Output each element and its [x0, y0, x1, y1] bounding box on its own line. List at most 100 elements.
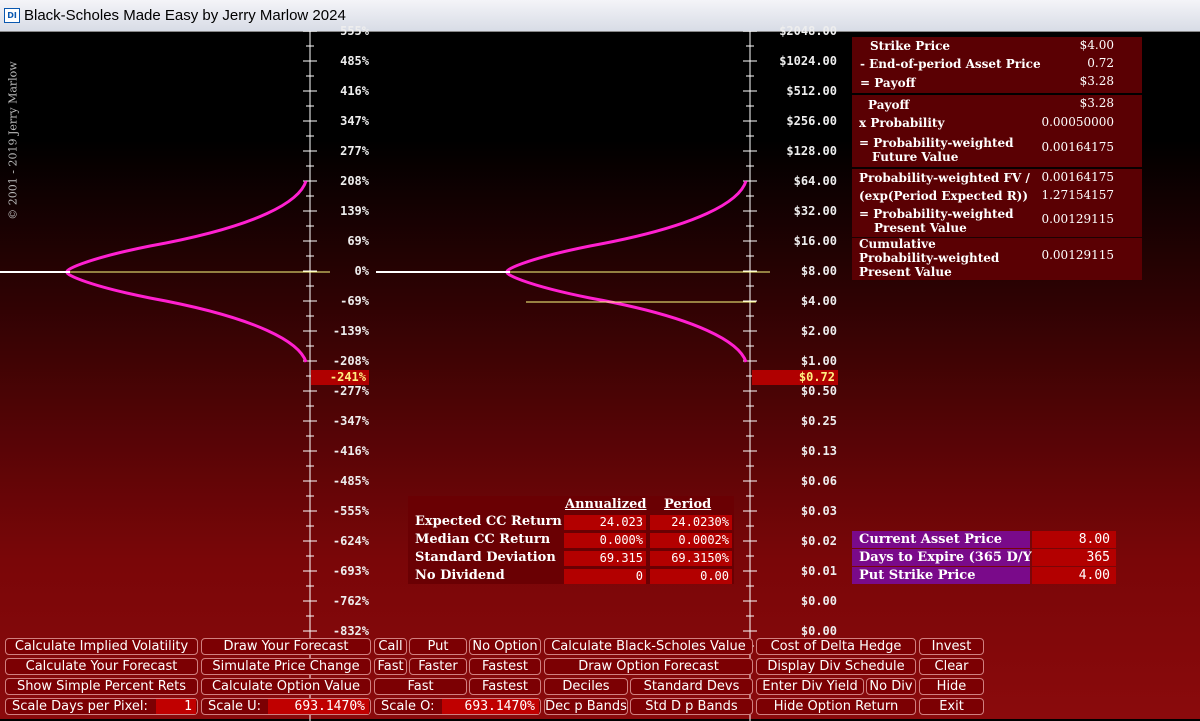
payoff-value-2: $3.28: [1079, 96, 1114, 110]
right-axis-tick-label: $0.50: [800, 384, 837, 398]
stat-label: Standard Deviation: [415, 550, 556, 565]
no-option-button[interactable]: No Option: [469, 638, 541, 655]
window-title: Black-Scholes Made Easy by Jerry Marlow …: [24, 7, 346, 24]
left-axis-tick-label: -69%: [340, 294, 369, 308]
left-axis-tick-label: -693%: [332, 564, 369, 578]
cum-label-line2: Probability-weighted: [859, 251, 1000, 265]
right-axis-tick-label: $8.00: [800, 264, 837, 278]
fastest-button-1[interactable]: Fastest: [469, 658, 541, 675]
right-axis-tick-label: $512.00: [786, 84, 837, 98]
call-button[interactable]: Call: [374, 638, 407, 655]
col-annualized: Annualized: [565, 497, 647, 512]
stat-label: Expected CC Return: [415, 514, 562, 529]
right-axis-tick-label: $0.02: [800, 534, 837, 548]
present-value-box: Probability-weighted FV / 0.00164175 (ex…: [852, 169, 1142, 237]
payoff-label: = Payoff: [860, 76, 916, 90]
stat-label: No Dividend: [415, 568, 505, 583]
right-axis-tick-label: $64.00: [793, 174, 837, 188]
dec-p-bands-button[interactable]: Dec p Bands: [544, 698, 628, 715]
right-axis-tick-label: $128.00: [786, 144, 837, 158]
col-period: Period: [664, 497, 712, 512]
days-to-expire-label: Days to Expire (365 D/Y): [852, 549, 1038, 566]
right-axis-highlight: $0.72: [752, 370, 838, 385]
left-axis-tick-label: -277%: [332, 384, 369, 398]
stat-period: 24.0230%: [650, 515, 732, 530]
left-axis-tick-label: 277%: [340, 144, 369, 158]
fv-value: 0.00164175: [1041, 140, 1114, 154]
right-axis-tick-label: $32.00: [793, 204, 837, 218]
pv-label-line1: = Probability-weighted: [859, 207, 1014, 221]
left-axis-tick-label: 416%: [340, 84, 369, 98]
cost-delta-hedge-button[interactable]: Cost of Delta Hedge: [756, 638, 916, 655]
exp-label: (exp(Period Expected R)): [859, 189, 1029, 203]
pw-fv-value: 0.00164175: [1041, 170, 1114, 184]
right-axis-tick-label: $1.00: [800, 354, 837, 368]
no-div-button[interactable]: No Div: [866, 678, 916, 695]
cum-value: 0.00129115: [1041, 248, 1114, 262]
probability-label: x Probability: [859, 116, 945, 130]
left-axis-tick-label: 69%: [347, 234, 369, 248]
probability-box: Payoff $3.28 x Probability 0.00050000 = …: [852, 95, 1142, 167]
right-axis-tick-label: $16.00: [793, 234, 837, 248]
show-simple-percent-button[interactable]: Show Simple Percent Rets: [5, 678, 198, 695]
calc-implied-volatility-button[interactable]: Calculate Implied Volatility: [5, 638, 198, 655]
scale-o-label: Scale O:: [381, 699, 435, 714]
scale-u-input[interactable]: 693.1470%: [268, 699, 369, 714]
simulate-price-change-button[interactable]: Simulate Price Change: [201, 658, 371, 675]
current-asset-price-input[interactable]: 8.00: [1032, 531, 1116, 548]
left-axis-tick-label: -555%: [332, 504, 369, 518]
strike-price-label: Strike Price: [870, 39, 951, 53]
payoff-label-2: Payoff: [868, 98, 910, 112]
scale-o-input[interactable]: 693.1470%: [442, 699, 539, 714]
left-axis-tick-label: 208%: [340, 174, 369, 188]
exit-button[interactable]: Exit: [919, 698, 984, 715]
stat-annualized: 0: [564, 569, 646, 584]
right-axis-tick-label: $0.01: [800, 564, 837, 578]
fv-label-line1: = Probability-weighted: [859, 136, 1014, 150]
app-icon[interactable]: DI: [4, 8, 20, 23]
standard-devs-button[interactable]: Standard Devs: [630, 678, 753, 695]
calc-black-scholes-button[interactable]: Calculate Black-Scholes Value: [544, 638, 753, 655]
days-to-expire-input[interactable]: 365: [1032, 549, 1116, 566]
left-axis-tick-label: 555%: [340, 24, 369, 38]
left-axis-tick-label: 0%: [354, 264, 369, 278]
eop-price-label: - End-of-period Asset Price: [860, 57, 1041, 71]
fast-button-1[interactable]: Fast: [374, 658, 407, 675]
std-d-p-bands-button[interactable]: Std D p Bands: [630, 698, 753, 715]
fast-button-2[interactable]: Fast: [374, 678, 467, 695]
enter-div-yield-button[interactable]: Enter Div Yield: [756, 678, 864, 695]
right-axis-tick-label: $4.00: [800, 294, 837, 308]
left-axis-tick-label: -624%: [332, 534, 369, 548]
strike-price-value: $4.00: [1079, 38, 1114, 52]
calc-option-value-button[interactable]: Calculate Option Value: [201, 678, 371, 695]
deciles-button[interactable]: Deciles: [544, 678, 628, 695]
hide-option-return-button[interactable]: Hide Option Return: [756, 698, 916, 715]
fastest-button-2[interactable]: Fastest: [469, 678, 541, 695]
scale-days-input[interactable]: 1: [156, 699, 196, 714]
left-axis-tick-label: 485%: [340, 54, 369, 68]
pv-label-line2: Present Value: [874, 221, 967, 235]
left-axis-tick-label: 139%: [340, 204, 369, 218]
put-button[interactable]: Put: [409, 638, 467, 655]
draw-option-forecast-button[interactable]: Draw Option Forecast: [544, 658, 753, 675]
pv-value: 0.00129115: [1041, 212, 1114, 226]
cumulative-box: Cumulative Probability-weighted Present …: [852, 237, 1142, 280]
hide-button[interactable]: Hide: [919, 678, 984, 695]
scale-o-field: Scale O: 693.1470%: [374, 698, 541, 715]
right-axis-tick-label: $0.00: [800, 624, 837, 638]
right-axis-tick-label: $0.00: [800, 594, 837, 608]
clear-button[interactable]: Clear: [919, 658, 984, 675]
faster-button[interactable]: Faster: [409, 658, 467, 675]
right-axis-tick-label: $0.03: [800, 504, 837, 518]
calc-your-forecast-button[interactable]: Calculate Your Forecast: [5, 658, 198, 675]
left-axis-tick-label: -208%: [332, 354, 369, 368]
scale-days-field: Scale Days per Pixel: 1: [5, 698, 198, 715]
left-axis-tick-label: -762%: [332, 594, 369, 608]
draw-your-forecast-button[interactable]: Draw Your Forecast: [201, 638, 371, 655]
left-axis-tick-label: -139%: [332, 324, 369, 338]
display-div-schedule-button[interactable]: Display Div Schedule: [756, 658, 916, 675]
left-axis-tick-label: 347%: [340, 114, 369, 128]
put-strike-price-input[interactable]: 4.00: [1032, 567, 1116, 584]
scale-days-label: Scale Days per Pixel:: [12, 699, 148, 714]
invest-button[interactable]: Invest: [919, 638, 984, 655]
